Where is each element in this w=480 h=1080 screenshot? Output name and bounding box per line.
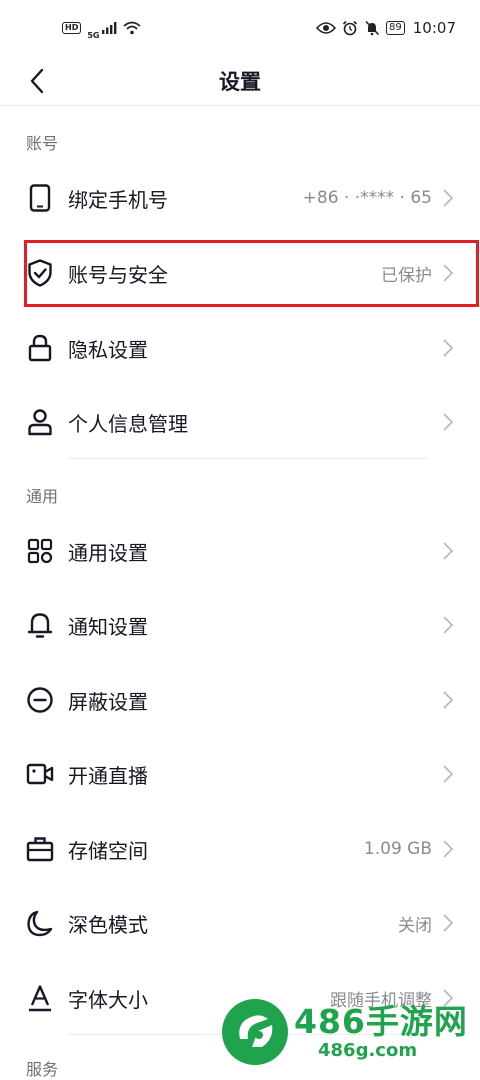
row-block-settings[interactable]: 屏蔽设置: [0, 667, 480, 733]
eye-icon: [316, 22, 337, 34]
chevron-right-icon: [442, 839, 454, 859]
font-size-icon: [26, 984, 54, 1012]
row-label: 字体大小: [68, 987, 148, 1012]
dark-mode-value: 关闭: [398, 915, 432, 936]
block-icon: [26, 686, 54, 714]
page-title: 设置: [219, 69, 261, 94]
chevron-right-icon: [442, 764, 454, 784]
shield-check-icon: [26, 259, 54, 287]
row-privacy-settings[interactable]: 隐私设置: [0, 315, 480, 381]
lock-icon: [26, 334, 54, 362]
grid-icon: [26, 537, 54, 565]
row-notification-settings[interactable]: 通知设置: [0, 592, 480, 658]
mute-bell-icon: [365, 20, 380, 36]
row-label: 通用设置: [68, 540, 148, 565]
status-left: HD 5G: [62, 17, 142, 40]
watermark-text: 486手游网 486g.com: [294, 1001, 468, 1061]
row-storage[interactable]: 存储空间 1.09 GB: [0, 816, 480, 882]
user-icon: [26, 408, 54, 436]
row-label: 深色模式: [68, 912, 148, 937]
chevron-right-icon: [442, 541, 454, 561]
row-live-stream[interactable]: 开通直播: [0, 741, 480, 807]
row-label: 存储空间: [68, 838, 148, 863]
row-bind-phone[interactable]: 绑定手机号 +86 · ·**** · 65: [0, 165, 480, 231]
network-type: 5G: [87, 30, 100, 40]
section-header-service: 服务: [26, 1060, 59, 1079]
video-camera-icon: [26, 760, 54, 788]
watermark-title: 486手游网: [294, 1001, 468, 1041]
moon-icon: [26, 909, 54, 937]
row-label: 账号与安全: [68, 262, 168, 287]
row-label: 绑定手机号: [68, 187, 168, 212]
wifi-icon: [123, 21, 142, 35]
hd-badge: HD: [62, 22, 82, 34]
row-account-security[interactable]: 账号与安全 已保护: [0, 240, 480, 306]
row-label: 开通直播: [68, 763, 148, 788]
watermark-subtitle: 486g.com: [318, 1039, 418, 1061]
section-header-general: 通用: [26, 487, 59, 506]
watermark: 486手游网 486g.com: [222, 996, 480, 1067]
chevron-right-icon: [442, 188, 454, 208]
chevron-right-icon: [442, 338, 454, 358]
chevron-left-icon: [30, 68, 44, 94]
chevron-right-icon: [442, 690, 454, 710]
phone-number-value: +86 · ·**** · 65: [302, 188, 432, 208]
row-dark-mode[interactable]: 深色模式 关闭: [0, 890, 480, 956]
status-right: 89 10:07: [316, 19, 456, 37]
battery-indicator: 89: [386, 21, 405, 35]
status-bar: HD 5G 89 10:07: [0, 0, 480, 56]
row-personal-info[interactable]: 个人信息管理: [0, 389, 480, 455]
row-label: 通知设置: [68, 614, 148, 639]
clock: 10:07: [412, 19, 456, 37]
signal-icon: [102, 22, 117, 34]
back-button[interactable]: [22, 66, 52, 96]
chevron-right-icon: [442, 615, 454, 635]
briefcase-icon: [26, 835, 54, 863]
section-divider: [68, 458, 428, 459]
storage-value: 1.09 GB: [363, 839, 432, 859]
section-header-account: 账号: [26, 134, 59, 153]
row-label: 个人信息管理: [68, 411, 188, 436]
security-status-value: 已保护: [381, 265, 432, 286]
phone-icon: [26, 184, 54, 212]
alarm-icon: [342, 20, 358, 36]
row-label: 屏蔽设置: [68, 689, 148, 714]
chevron-right-icon: [442, 263, 454, 283]
watermark-logo-icon: [222, 998, 288, 1065]
nav-bar: 设置: [0, 56, 480, 106]
bell-icon: [26, 611, 54, 639]
chevron-right-icon: [442, 913, 454, 933]
chevron-right-icon: [442, 412, 454, 432]
row-general-settings[interactable]: 通用设置: [0, 518, 480, 584]
row-label: 隐私设置: [68, 337, 148, 362]
